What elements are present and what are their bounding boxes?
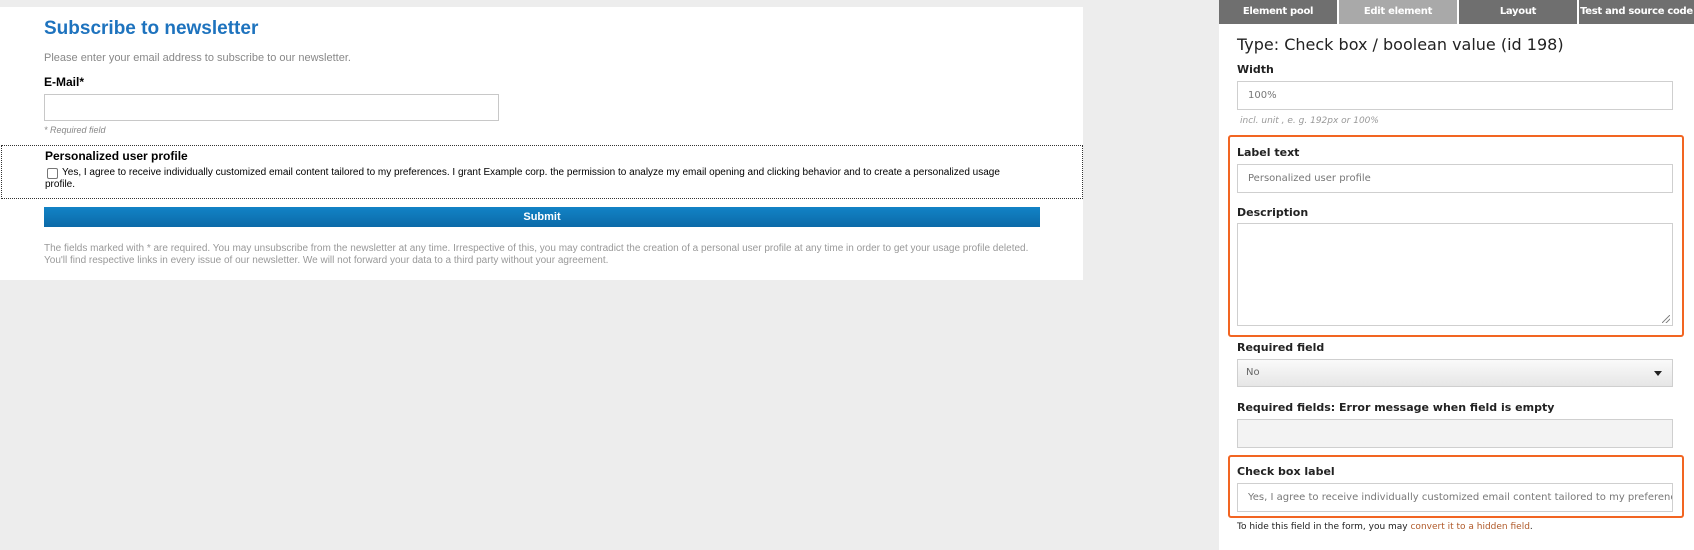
footer-note: The fields marked with * are required. Y… [44, 243, 1029, 266]
hide-field-note: To hide this field in the form, you may … [1237, 522, 1533, 532]
newsletter-preview: Subscribe to newsletter Please enter you… [0, 7, 1083, 280]
resize-grip-icon[interactable] [1662, 315, 1670, 323]
editor-tabs: Element pool Edit element Layout Test an… [1219, 0, 1694, 24]
width-input[interactable]: 100% [1237, 81, 1673, 110]
required-field-select[interactable]: No [1237, 359, 1673, 387]
label-text-input[interactable]: Personalized user profile [1237, 164, 1673, 193]
hide-note-prefix: To hide this field in the form, you may [1237, 522, 1411, 532]
editor-panel: Element pool Edit element Layout Test an… [1219, 0, 1694, 550]
email-input[interactable] [44, 94, 499, 121]
profile-title: Personalized user profile [45, 149, 188, 163]
personalized-profile-section: Personalized user profile Yes, I agree t… [1, 145, 1083, 199]
error-message-input[interactable] [1237, 419, 1673, 448]
label-text-label: Label text [1237, 146, 1300, 159]
convert-hidden-field-link[interactable]: convert it to a hidden field [1410, 522, 1529, 532]
profile-consent-text: Yes, I agree to receive individually cus… [45, 167, 1000, 190]
newsletter-intro: Please enter your email address to subsc… [44, 52, 351, 64]
width-hint: incl. unit , e. g. 192px or 100% [1240, 116, 1379, 126]
error-message-label: Required fields: Error message when fiel… [1237, 401, 1555, 414]
required-field-value: No [1246, 367, 1260, 378]
tab-edit-element[interactable]: Edit element [1339, 0, 1457, 24]
required-field-label: Required field [1237, 341, 1325, 354]
element-type-title: Type: Check box / boolean value (id 198) [1237, 35, 1564, 54]
required-field-note: * Required field [44, 125, 106, 135]
description-label: Description [1237, 206, 1309, 219]
newsletter-title: Subscribe to newsletter [44, 18, 259, 39]
tab-test-and-source-code[interactable]: Test and source code [1579, 0, 1694, 24]
chevron-down-icon [1654, 371, 1662, 376]
tab-element-pool[interactable]: Element pool [1219, 0, 1337, 24]
width-label: Width [1237, 63, 1274, 76]
description-textarea[interactable] [1237, 223, 1673, 326]
hide-note-suffix: . [1529, 522, 1533, 532]
checkbox-label-label: Check box label [1237, 465, 1335, 478]
tab-layout[interactable]: Layout [1459, 0, 1577, 24]
email-label: E-Mail* [44, 75, 85, 89]
checkbox-label-input[interactable]: Yes, I agree to receive individually cus… [1237, 483, 1673, 512]
submit-button[interactable]: Submit [44, 207, 1040, 227]
